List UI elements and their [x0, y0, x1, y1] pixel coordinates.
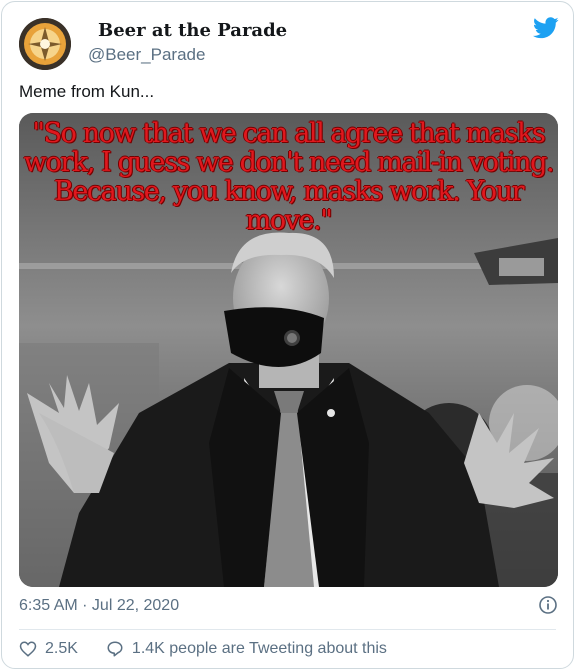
twitter-logo-icon[interactable] [533, 17, 559, 39]
likes-count: 2.5K [45, 640, 78, 657]
avatar-image [19, 18, 71, 70]
heart-icon [19, 641, 37, 657]
tweet-card: Beer at the Parade @Beer_Parade Meme fro… [1, 1, 574, 669]
tweet-actions: 2.5K 1.4K people are Tweeting about this [19, 638, 387, 660]
tweet-timestamp[interactable]: 6:35 AM · Jul 22, 2020 [19, 597, 179, 615]
tweet-media-image[interactable]: "So now that we can all agree that masks… [19, 113, 558, 587]
divider [19, 629, 556, 630]
meme-quote-text: "So now that we can all agree that masks… [23, 118, 555, 236]
comment-icon [107, 641, 123, 657]
tweeting-about-link[interactable]: 1.4K people are Tweeting about this [106, 640, 387, 658]
tweet-text: Meme from Kun... [19, 82, 155, 101]
user-handle[interactable]: @Beer_Parade [88, 45, 205, 65]
info-icon[interactable] [538, 595, 558, 615]
like-button[interactable]: 2.5K [19, 640, 78, 658]
tweeting-about-text: 1.4K people are Tweeting about this [131, 640, 387, 657]
avatar[interactable] [19, 18, 71, 70]
display-name[interactable]: Beer at the Parade [98, 20, 287, 41]
